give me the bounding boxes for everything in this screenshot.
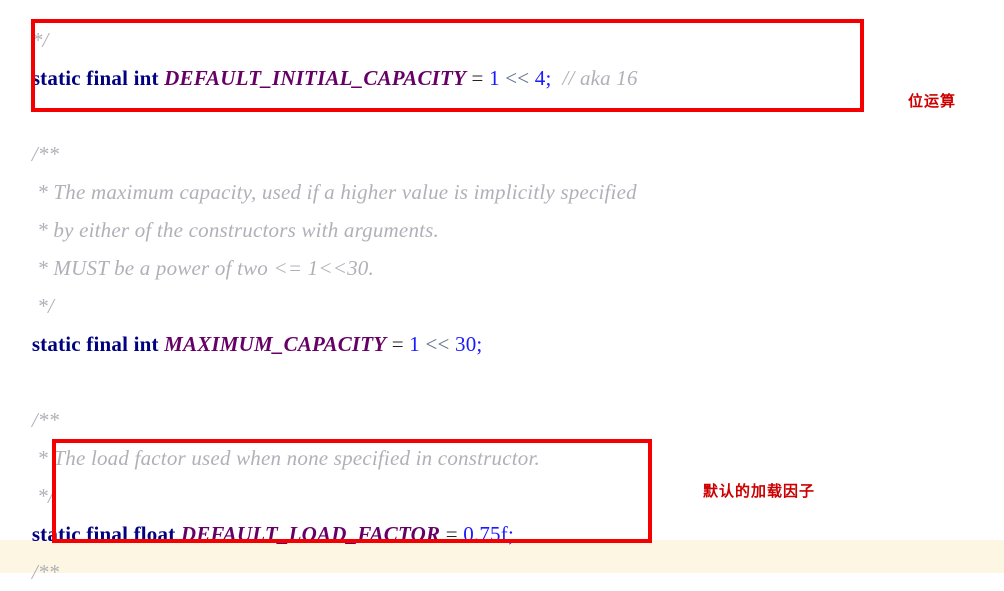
bitwise-operation-note: 位运算 [908,92,957,110]
code-line[interactable]: * The maximum capacity, used if a higher… [0,173,1004,211]
code-token-op: << [425,332,450,356]
code-token-cmt: // aka 16 [562,66,638,90]
code-token-cmt: */ [37,484,54,508]
code-line[interactable]: static final int DEFAULT_INITIAL_CAPACIT… [0,59,1004,97]
code-line[interactable]: * MUST be a power of two <= 1<<30. [0,249,1004,287]
clipped-bottom-comment-line: * The bin count threshold for using a tr… [0,572,1004,586]
code-token-num: 1 [489,66,500,90]
code-token-cmt: /** [31,408,60,432]
code-token-cmt: */ [37,294,54,318]
code-token-kw: int [133,332,159,356]
code-token-kw: final [86,332,129,356]
code-line[interactable]: * The load factor used when none specifi… [0,439,1004,477]
code-token-eq: = [440,522,464,546]
code-token-kw: static [31,332,81,356]
code-token-kw: final [86,522,129,546]
code-token-cmt: * The load factor used when none specifi… [37,446,540,470]
code-line[interactable] [0,97,1004,135]
code-token-cmt: * MUST be a power of two <= 1<<30. [37,256,374,280]
code-line[interactable]: static final int MAXIMUM_CAPACITY = 1 <<… [0,325,1004,363]
code-line[interactable] [0,363,1004,401]
code-token-punc: ; [507,522,514,546]
code-token-cnst: DEFAULT_INITIAL_CAPACITY [164,66,467,90]
code-editor-surface[interactable]: * The default initial capacity - MUST be… [0,0,1004,586]
code-line[interactable]: * by either of the constructors with arg… [0,211,1004,249]
code-line[interactable]: */ [0,21,1004,59]
default-load-factor-note: 默认的加载因子 [703,482,816,500]
code-token-eq: = [466,66,490,90]
code-token-kw: int [133,66,159,90]
code-token-num: 30 [455,332,477,356]
code-line[interactable]: */ [0,477,1004,515]
code-token-cmt: * The maximum capacity, used if a higher… [37,180,637,204]
code-token-cnst: MAXIMUM_CAPACITY [164,332,387,356]
code-token-num: 0.75f [463,522,508,546]
code-token-cnst: DEFAULT_LOAD_FACTOR [180,522,441,546]
code-token-kw: float [133,522,176,546]
code-token-cmt: * by either of the constructors with arg… [37,218,440,242]
code-token-num: 1 [409,332,420,356]
code-line[interactable]: */ [0,287,1004,325]
code-token-kw: static [31,522,81,546]
code-line[interactable]: static final float DEFAULT_LOAD_FACTOR =… [0,515,1004,553]
code-token-cmt: /** [31,142,60,166]
code-token-punc: ; [476,332,483,356]
code-token-kw: final [86,66,129,90]
code-token-kw: static [31,66,81,90]
code-line[interactable]: /** [0,135,1004,173]
code-token-num: 4 [534,66,546,90]
code-token-op: << [505,66,530,90]
code-token-cmt: */ [31,28,49,52]
code-token-eq: = [386,332,410,356]
code-line[interactable]: /** [0,401,1004,439]
clipped-top-comment-line: * The default initial capacity - MUST be… [0,0,1004,13]
